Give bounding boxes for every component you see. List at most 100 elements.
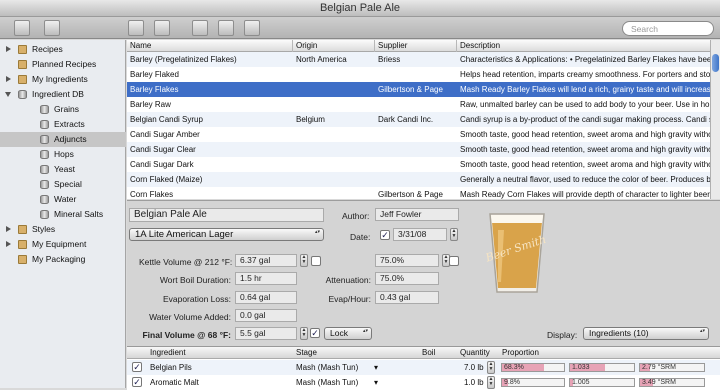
sidebar-item-my-packaging[interactable]: My Packaging	[0, 252, 126, 267]
evap-hour-field[interactable]: 0.43 gal	[375, 291, 439, 304]
table-row[interactable]: Candi Sugar Amber Smooth taste, good head…	[127, 127, 710, 142]
column-header-supplier[interactable]: Supplier	[375, 40, 457, 52]
table-row[interactable]: Corn Flaked (Maize) Generally a neutral f…	[127, 172, 710, 187]
stage-column-header[interactable]: Stage	[293, 347, 317, 359]
sidebar-item-special[interactable]: Special	[0, 177, 126, 192]
column-header-name[interactable]: Name	[127, 40, 293, 52]
ingredient-checkbox[interactable]: ✓	[132, 377, 142, 387]
boil-column-header[interactable]: Boil	[419, 347, 435, 359]
attenuation-field[interactable]: 75.0%	[375, 272, 439, 285]
quantity-stepper[interactable]: ▲ ▼	[487, 376, 495, 389]
date-label: Date:	[350, 232, 371, 242]
scrollbar-thumb[interactable]	[712, 54, 719, 72]
recipe-name-field[interactable]: Belgian Pale Ale	[129, 208, 324, 222]
disclosure-expanded-icon[interactable]	[5, 92, 11, 97]
kettle-volume-field[interactable]: 6.37 gal	[235, 254, 297, 267]
ingredient-name: Belgian Pils	[150, 363, 192, 372]
sidebar-item-water[interactable]: Water	[0, 192, 126, 207]
export-icon[interactable]	[218, 20, 234, 36]
document-icon	[18, 60, 27, 69]
lock-checkbox[interactable]: ✓	[310, 328, 320, 338]
grid-scrollbar[interactable]	[710, 40, 720, 199]
sidebar-item-styles[interactable]: Styles	[0, 222, 126, 237]
origin-cell	[293, 187, 375, 199]
display-label: Display:	[547, 330, 578, 340]
style-popup[interactable]: 1A Lite American Lager	[129, 228, 324, 241]
database-icon	[40, 120, 49, 129]
table-row[interactable]: Barley (Pregelatinized Flakes) North Amer…	[127, 52, 710, 67]
efficiency-field[interactable]: 75.0%	[375, 254, 439, 267]
ingredient-table[interactable]: Ingredient Stage Boil Quantity Proportio…	[127, 346, 720, 390]
sidebar-item-my-ingredients[interactable]: My Ingredients	[0, 72, 126, 87]
ingredient-stage[interactable]: Mash (Mash Tun)	[293, 360, 358, 375]
display-popup[interactable]: Ingredients (10)	[583, 327, 709, 340]
sidebar-item-recipes[interactable]: Recipes	[0, 42, 126, 57]
database-icon	[18, 90, 27, 99]
water-volume-field[interactable]: 0.0 gal	[235, 309, 297, 322]
sidebar-item-mineral-salts[interactable]: Mineral Salts	[0, 207, 126, 222]
sidebar-item-hops[interactable]: Hops	[0, 147, 126, 162]
disclosure-collapsed-icon[interactable]	[6, 46, 11, 52]
evap-hour-label: Evap/Hour:	[328, 294, 371, 304]
sidebar-item-adjuncts[interactable]: Adjuncts	[0, 132, 126, 147]
disclosure-collapsed-icon[interactable]	[6, 241, 11, 247]
date-field[interactable]: 3/31/08	[393, 228, 447, 241]
column-header-origin[interactable]: Origin	[293, 40, 375, 52]
sidebar-item-extracts[interactable]: Extracts	[0, 117, 126, 132]
ingredient-row[interactable]: ✓ Belgian Pils Mash (Mash Tun) ▾ 7.0 lb ▲ ▼ 68.…	[127, 360, 720, 375]
efficiency-checkbox[interactable]	[449, 256, 459, 266]
sidebar-item-label: Hops	[54, 149, 74, 159]
table-row[interactable]: Belgian Candi Syrup Belgium Dark Candi Inc…	[127, 112, 710, 127]
sidebar-item-ingredient-db[interactable]: Ingredient DB	[0, 87, 126, 102]
search-placeholder: Search	[631, 24, 658, 34]
sidebar-item-label: Mineral Salts	[54, 209, 104, 219]
kettle-volume-label: Kettle Volume @ 212 °F:	[139, 257, 233, 267]
ingredient-checkbox[interactable]: ✓	[132, 362, 142, 372]
lock-popup[interactable]: Lock	[324, 327, 372, 340]
sidebar-item-label: Grains	[54, 104, 80, 114]
folder-icon	[18, 75, 27, 84]
quantity-stepper[interactable]: ▲ ▼	[487, 361, 495, 374]
date-checkbox[interactable]: ✓	[380, 230, 390, 240]
new-folder-icon[interactable]	[14, 20, 30, 36]
add-icon[interactable]	[128, 20, 144, 36]
date-stepper[interactable]: ▲ ▼	[450, 228, 458, 241]
proportion-bar-label: 68.3%	[504, 364, 524, 371]
table-row[interactable]: Barley Raw Raw, unmalted barley can be us…	[127, 97, 710, 112]
folder-icon[interactable]	[44, 20, 60, 36]
table-row[interactable]: Barley Flakes Gilbertson & Page Mash Ready…	[127, 82, 710, 97]
sidebar-item-yeast[interactable]: Yeast	[0, 162, 126, 177]
kettle-stepper[interactable]: ▲ ▼	[300, 254, 308, 267]
column-header-description[interactable]: Description	[457, 40, 710, 52]
table-row[interactable]: Barley Flaked Helps head retention, impar…	[127, 67, 710, 82]
supplier-cell	[375, 172, 457, 187]
description-cell: Smooth taste, good head retention, sweet…	[460, 160, 710, 169]
disclosure-collapsed-icon[interactable]	[6, 226, 11, 232]
final-volume-stepper[interactable]: ▲ ▼	[300, 327, 308, 340]
remove-icon[interactable]	[154, 20, 170, 36]
table-row[interactable]: Candi Sugar Dark Smooth taste, good head …	[127, 157, 710, 172]
gravity-bar: 1.005	[569, 378, 635, 387]
proportion-column-header[interactable]: Proportion	[499, 347, 539, 359]
stage-dropdown-icon[interactable]: ▾	[371, 360, 378, 375]
kettle-checkbox[interactable]	[311, 256, 321, 266]
ingredient-column-header[interactable]: Ingredient	[147, 347, 186, 359]
disclosure-collapsed-icon[interactable]	[6, 76, 11, 82]
sidebar-item-grains[interactable]: Grains	[0, 102, 126, 117]
quantity-column-header[interactable]: Quantity	[457, 347, 490, 359]
search-input[interactable]: Search	[622, 21, 714, 36]
sidebar-item-my-equipment[interactable]: My Equipment	[0, 237, 126, 252]
table-row[interactable]: Candi Sugar Clear Smooth taste, good head…	[127, 142, 710, 157]
print-icon[interactable]	[244, 20, 260, 36]
save-icon[interactable]	[192, 20, 208, 36]
final-volume-field[interactable]: 5.5 gal	[235, 327, 297, 340]
author-field[interactable]: Jeff Fowler	[375, 208, 459, 221]
sidebar-item-planned-recipes[interactable]: Planned Recipes	[0, 57, 126, 72]
name-cell: Barley (Pregelatinized Flakes)	[130, 55, 237, 64]
table-row[interactable]: Corn Flakes Gilbertson & Page Mash Ready C…	[127, 187, 710, 199]
folder-icon	[18, 45, 27, 54]
color-bar: 3.49 °SRM	[639, 378, 705, 387]
evaporation-loss-field[interactable]: 0.64 gal	[235, 291, 297, 304]
boil-duration-field[interactable]: 1.5 hr	[235, 272, 297, 285]
ingredient-grid[interactable]: Name Origin Supplier Description Barley …	[127, 40, 710, 199]
